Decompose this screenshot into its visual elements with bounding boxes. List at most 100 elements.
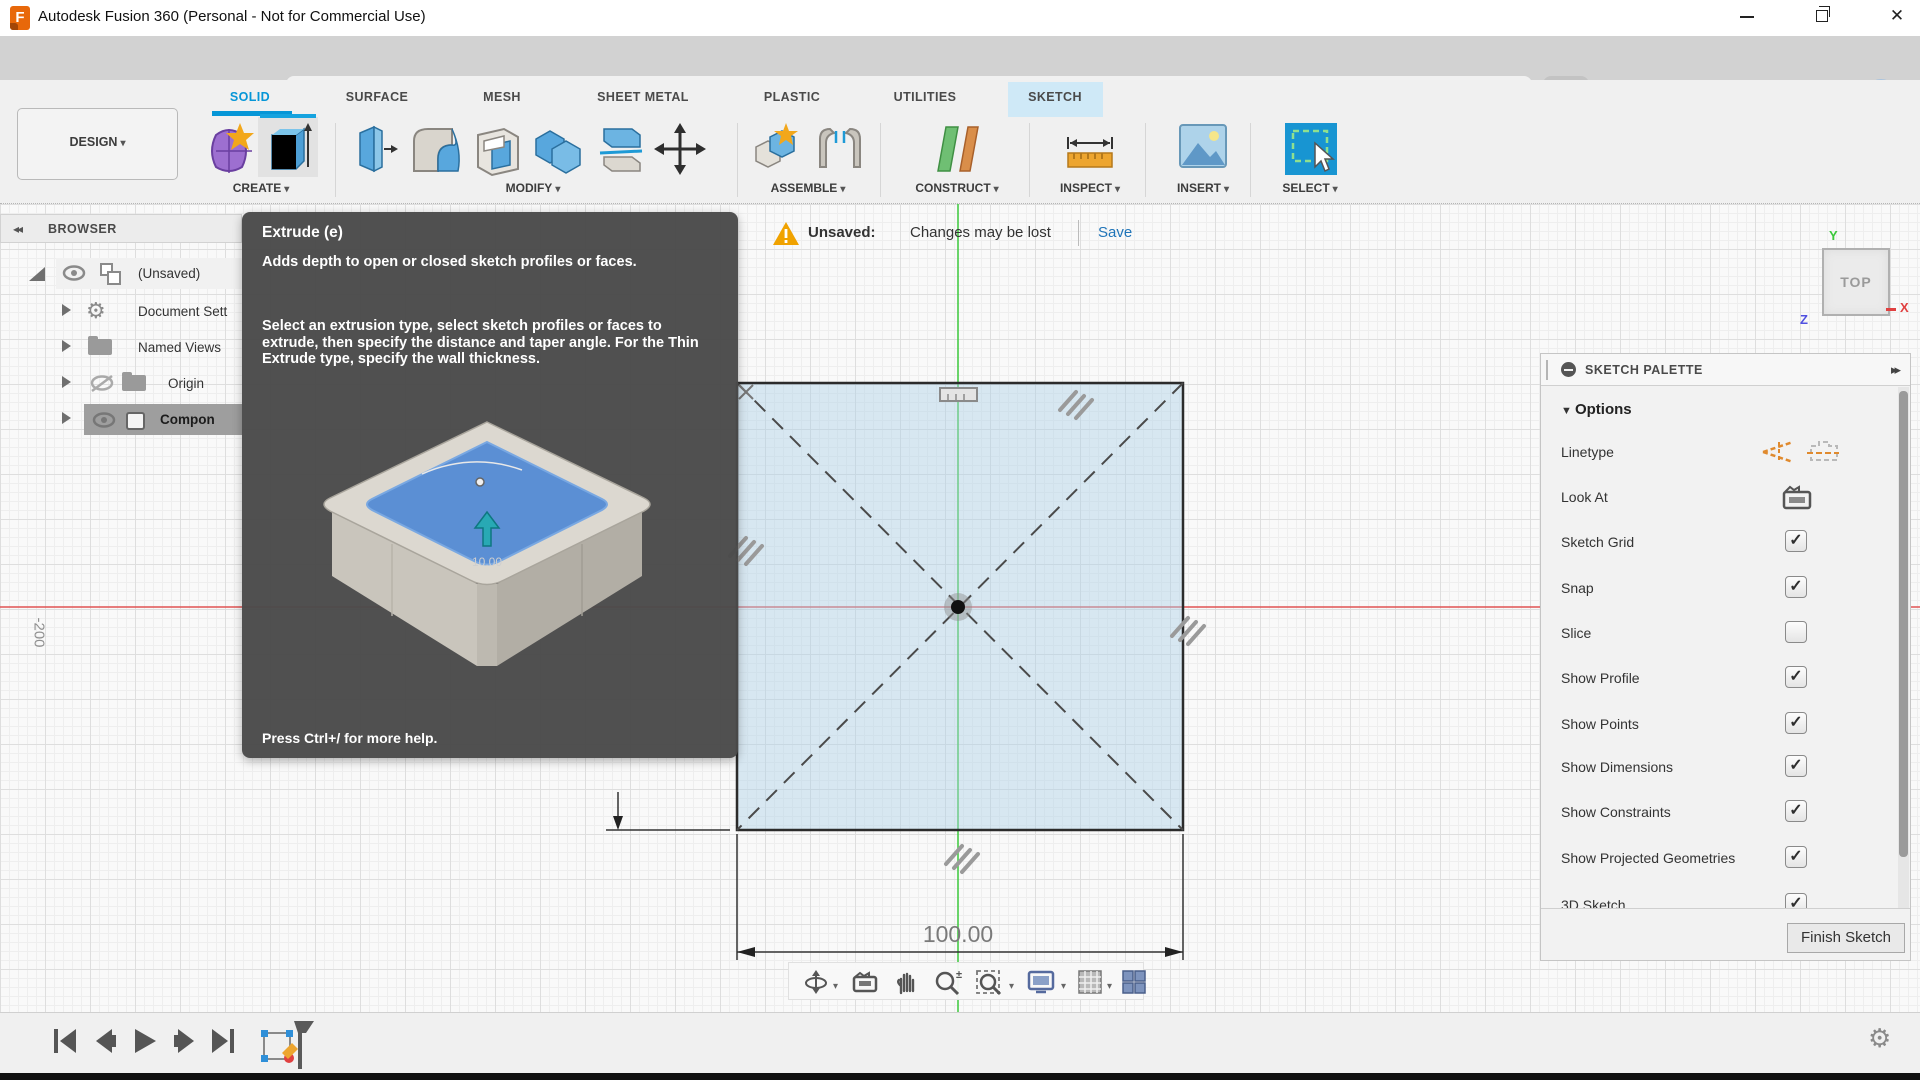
- browser-row-document-settings[interactable]: ⚙ Document Sett: [0, 296, 242, 327]
- show-constraints-checkbox[interactable]: [1785, 800, 1807, 822]
- viewports-icon[interactable]: [1121, 969, 1147, 995]
- tab-utilities[interactable]: UTILITIES: [894, 90, 957, 104]
- display-settings-icon[interactable]: [1027, 969, 1057, 995]
- orbit-icon[interactable]: [803, 969, 829, 995]
- viewcube-x-axis-stub: [1886, 308, 1896, 311]
- center-point[interactable]: [951, 600, 965, 614]
- close-button[interactable]: ✕: [1874, 0, 1920, 34]
- timeline-go-to-start-icon[interactable]: [52, 1027, 78, 1055]
- eye-icon[interactable]: [62, 265, 86, 281]
- palette-scrollbar[interactable]: [1898, 387, 1909, 908]
- save-link[interactable]: Save: [1098, 224, 1132, 241]
- zoom-icon[interactable]: ±: [933, 969, 963, 997]
- browser-row-named-views[interactable]: Named Views: [0, 332, 242, 363]
- restore-button[interactable]: [1799, 0, 1845, 34]
- look-at-icon[interactable]: [851, 969, 879, 995]
- press-pull-icon[interactable]: [352, 121, 400, 177]
- scrollbar-thumb[interactable]: [1899, 391, 1908, 857]
- chevron-right-icon[interactable]: [62, 340, 71, 352]
- show-profile-checkbox[interactable]: [1785, 666, 1807, 688]
- browser-row-origin[interactable]: Origin: [0, 368, 242, 399]
- group-label-insert[interactable]: INSERT: [1177, 181, 1229, 195]
- sketch-canvas[interactable]: 100.00 -200 TOP Y X Z Unsaved: Changes m…: [0, 204, 1920, 1012]
- move-icon[interactable]: [652, 121, 708, 177]
- viewcube[interactable]: TOP: [1822, 248, 1890, 316]
- joint-icon[interactable]: [812, 121, 868, 177]
- insert-image-icon[interactable]: [1178, 121, 1228, 171]
- construct-plane-icon[interactable]: [930, 121, 986, 177]
- slice-checkbox[interactable]: [1785, 621, 1807, 643]
- finish-sketch-button[interactable]: Finish Sketch: [1787, 923, 1905, 953]
- tab-plastic[interactable]: PLASTIC: [764, 90, 820, 104]
- group-label-construct[interactable]: CONSTRUCT: [915, 181, 998, 195]
- panel-menu-icon[interactable]: [1561, 362, 1576, 377]
- chevron-right-icon[interactable]: [62, 304, 71, 316]
- browser-row-label[interactable]: Origin: [168, 376, 204, 391]
- show-dimensions-checkbox[interactable]: [1785, 755, 1807, 777]
- timeline-go-to-end-icon[interactable]: [210, 1027, 236, 1055]
- browser-row-component-selected[interactable]: Compon: [0, 404, 242, 435]
- eye-icon[interactable]: [92, 412, 116, 428]
- collapse-panel-icon[interactable]: ◂◂: [13, 222, 23, 236]
- chevron-right-icon[interactable]: [62, 376, 71, 388]
- group-label-inspect[interactable]: INSPECT: [1060, 181, 1120, 195]
- show-points-checkbox[interactable]: [1785, 712, 1807, 734]
- browser-header[interactable]: ◂◂ BROWSER: [0, 214, 242, 243]
- minimize-button[interactable]: [1724, 0, 1770, 34]
- look-at-icon[interactable]: [1781, 482, 1813, 512]
- display-dropdown[interactable]: [1061, 976, 1066, 994]
- browser-row-document[interactable]: (Unsaved): [0, 258, 242, 289]
- options-section-header[interactable]: ▼ Options: [1561, 401, 1632, 418]
- palette-header[interactable]: SKETCH PALETTE ▸▸: [1541, 354, 1910, 386]
- linetype-construction-icon[interactable]: [1759, 438, 1799, 466]
- eye-off-icon[interactable]: [90, 375, 116, 392]
- timeline-play-icon[interactable]: [132, 1027, 158, 1055]
- chevron-right-icon[interactable]: [62, 412, 71, 424]
- pan-hand-icon[interactable]: [893, 969, 919, 995]
- dimension-value[interactable]: 100.00: [923, 921, 993, 947]
- sketch-grid-checkbox[interactable]: [1785, 530, 1807, 552]
- group-label-assemble[interactable]: ASSEMBLE: [771, 181, 846, 195]
- offset-face-icon[interactable]: [592, 121, 646, 177]
- extrude-icon[interactable]: [262, 121, 314, 177]
- expand-triangle-icon[interactable]: [28, 266, 46, 282]
- group-label-modify[interactable]: MODIFY: [506, 181, 561, 195]
- show-projected-geometries-checkbox[interactable]: [1785, 846, 1807, 868]
- linetype-centerline-icon[interactable]: [1805, 438, 1841, 466]
- browser-row-label[interactable]: Named Views: [138, 340, 221, 355]
- zoom-window-dropdown[interactable]: [1009, 976, 1014, 994]
- parallel-constraint-icon[interactable]: [944, 844, 980, 874]
- orbit-dropdown[interactable]: [833, 976, 838, 994]
- select-icon[interactable]: [1283, 121, 1339, 177]
- zoom-window-icon[interactable]: [975, 969, 1005, 997]
- title-bar: F Autodesk Fusion 360 (Personal - Not fo…: [0, 0, 1920, 36]
- warning-message: Changes may be lost: [910, 224, 1051, 241]
- measure-icon[interactable]: [1062, 121, 1118, 177]
- grid-display-icon[interactable]: [1077, 969, 1103, 995]
- group-label-select[interactable]: SELECT: [1282, 181, 1337, 195]
- timeline-sketch-feature[interactable]: [258, 1019, 314, 1071]
- expand-panel-icon[interactable]: ▸▸: [1891, 362, 1901, 378]
- snap-checkbox[interactable]: [1785, 576, 1807, 598]
- browser-row-label[interactable]: Compon: [160, 412, 215, 427]
- tab-sketch[interactable]: SKETCH: [1028, 90, 1082, 104]
- timeline-settings-gear-icon[interactable]: ⚙: [1868, 1023, 1891, 1054]
- browser-row-label[interactable]: (Unsaved): [138, 266, 200, 281]
- browser-row-label[interactable]: Document Sett: [138, 304, 227, 319]
- shell-icon[interactable]: [470, 121, 524, 177]
- tab-solid[interactable]: SOLID: [230, 90, 270, 104]
- create-form-icon[interactable]: [204, 121, 254, 177]
- tab-surface[interactable]: SURFACE: [346, 90, 409, 104]
- new-component-icon[interactable]: [752, 121, 804, 177]
- timeline-step-back-icon[interactable]: [92, 1027, 118, 1055]
- timeline-step-forward-icon[interactable]: [172, 1027, 198, 1055]
- grid-dropdown[interactable]: [1107, 976, 1112, 994]
- tab-mesh[interactable]: MESH: [483, 90, 521, 104]
- workspace-selector[interactable]: DESIGN: [17, 108, 178, 180]
- midpoint-constraint-icon[interactable]: [939, 387, 978, 402]
- group-label-create[interactable]: CREATE: [233, 181, 289, 195]
- tab-sheet-metal[interactable]: SHEET METAL: [597, 90, 689, 104]
- combine-icon[interactable]: [530, 121, 584, 177]
- fillet-icon[interactable]: [408, 121, 464, 177]
- drag-handle[interactable]: [1546, 360, 1548, 380]
